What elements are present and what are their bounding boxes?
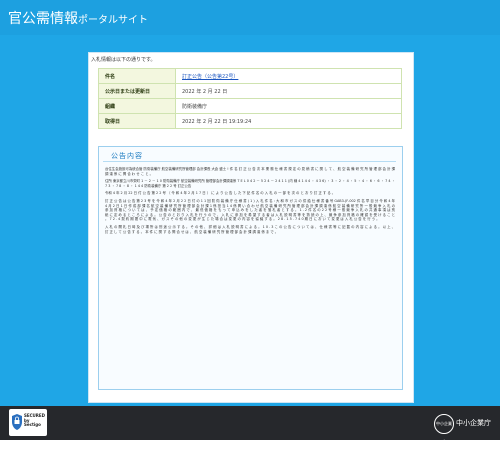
footer-bar <box>0 406 500 440</box>
site-title[interactable]: 官公需情報ポータルサイト <box>8 8 148 28</box>
secured-by: by Sectigo <box>24 417 41 428</box>
details-label: 公示日または更新日 <box>98 83 176 99</box>
secured-seal[interactable]: SECURED by Sectigo <box>9 409 47 436</box>
details-row-organization: 組織 防衛装備庁 <box>98 98 402 114</box>
details-row-title: 件名 訂正公告（公告第22号） <box>98 68 402 84</box>
brand-badge-icon: 中小企業庁 <box>434 414 454 444</box>
secured-text: SECURED by Sectigo <box>24 413 47 428</box>
details-value: 2022 年 2 月 22 日 19:19:24 <box>175 113 402 129</box>
details-label: 組織 <box>98 98 176 114</box>
details-value: 防衛装備庁 <box>175 98 402 114</box>
notice-paragraph: 台住生会施設可為統合管 防衛装備庁 航空装備研究所管理部 会計課長 大倉 盛士 … <box>105 167 395 176</box>
notice-panel: 公告内容 台住生会施設可為統合管 防衛装備庁 航空装備研究所管理部 会計課長 大… <box>98 146 403 390</box>
details-label: 取得日 <box>98 113 176 129</box>
notice-title-link[interactable]: 訂正公告（公告第22号） <box>182 74 238 80</box>
top-header-bar: 官公需情報ポータルサイト <box>0 0 500 35</box>
details-row-date: 公示日または更新日 2022 年 2 月 22 日 <box>98 83 402 99</box>
notice-paragraph: 訂 正 公 告 は 公 告 第 2 3 号 を 令 和 4 年 2 月 2 2 … <box>105 198 395 222</box>
notice-divider <box>103 161 396 162</box>
details-label: 件名 <box>98 68 176 84</box>
lock-shield-icon <box>12 414 22 430</box>
site-title-main: 官公需情報 <box>8 11 78 27</box>
site-title-sub: ポータルサイト <box>78 15 148 26</box>
details-value: 2022 年 2 月 22 日 <box>175 83 402 99</box>
notice-paragraph: 入 札 の 開 札 日 時 及 び 場 所 は 別 途 公 示 す る 。 そ … <box>105 224 395 234</box>
brand-logo[interactable]: 中小企業庁 中小企業庁 <box>434 412 496 444</box>
notice-heading: 公告内容 <box>111 152 143 160</box>
notice-paragraph: 住所 東京都立川市栄町 1 － 2 － 1 0 防衛装備庁 航空装備研究所 管理… <box>105 179 395 188</box>
details-row-acquired: 取得日 2022 年 2 月 22 日 19:19:24 <box>98 113 402 129</box>
notice-paragraph: 令和 4 年 2 月 22 日 付 公 告 第 2 2 号 （ 令 和 4 年 … <box>105 191 336 196</box>
brand-name: 中小企業庁 <box>456 419 491 427</box>
notice-body: 台住生会施設可為統合管 防衛装備庁 航空装備研究所管理部 会計課長 大倉 盛士 … <box>105 167 395 237</box>
intro-text: 入札情報は以下の通りです。 <box>91 57 156 63</box>
details-value: 訂正公告（公告第22号） <box>175 68 402 84</box>
details-table: 件名 訂正公告（公告第22号） 公示日または更新日 2022 年 2 月 22 … <box>98 68 402 129</box>
